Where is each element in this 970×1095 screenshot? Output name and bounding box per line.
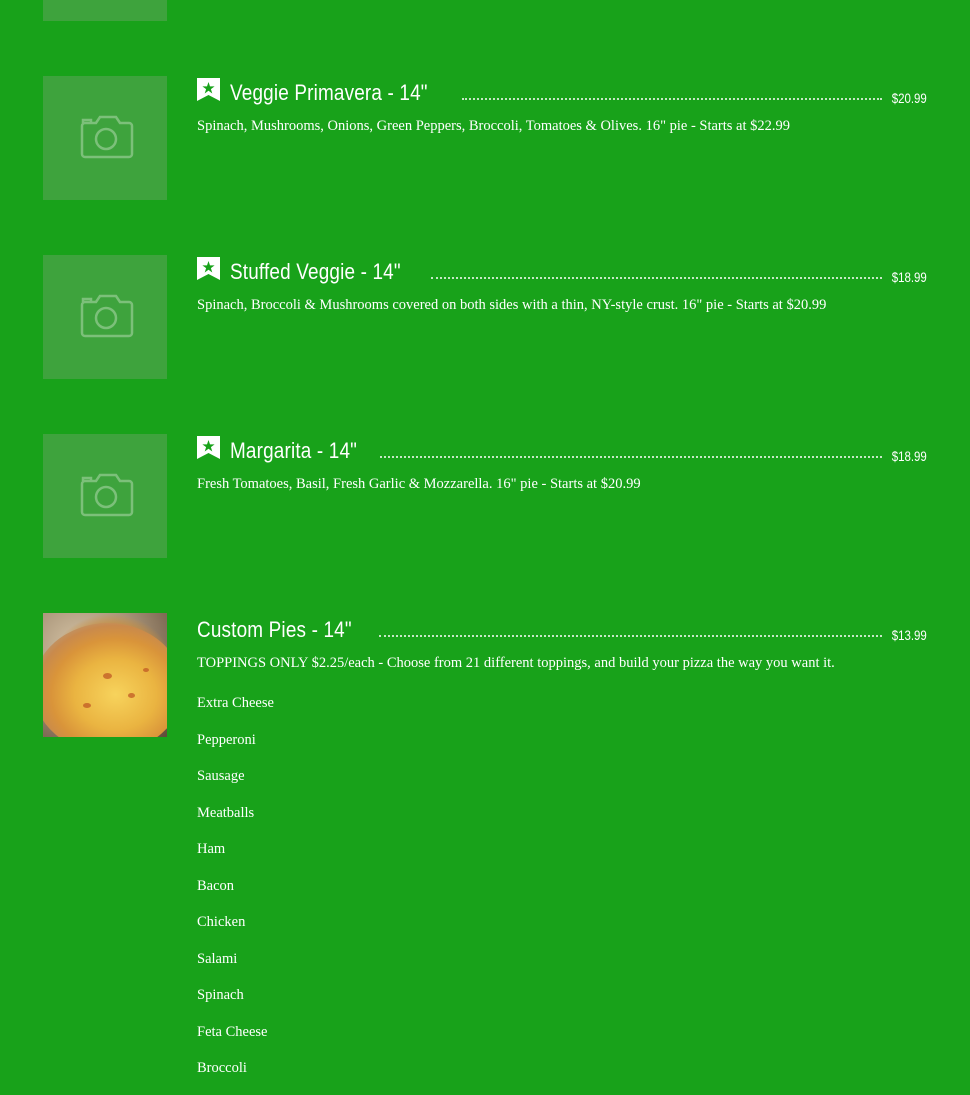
menu-item-title: Custom Pies - 14": [197, 617, 352, 642]
star-badge-icon: [197, 436, 220, 459]
menu-item-title: Veggie Primavera - 14": [230, 80, 428, 105]
menu-item: Stuffed Veggie - 14" $18.99 Spinach, Bro…: [197, 251, 927, 315]
price-leader-dots: [378, 634, 883, 637]
menu-item-description: Spinach, Broccoli & Mushrooms covered on…: [197, 297, 827, 313]
topping-item: Ham: [197, 841, 226, 857]
topping-item: Extra Cheese: [197, 695, 274, 711]
camera-placeholder-icon: [80, 115, 134, 159]
star-badge-icon: [197, 78, 220, 101]
topping-item: Bacon: [197, 877, 235, 894]
topping-item: Chicken: [197, 914, 246, 930]
menu-item-title: Stuffed Veggie - 14": [230, 259, 401, 284]
menu-item-price: $20.99: [891, 90, 927, 106]
menu-item-thumbnail-placeholder: [43, 434, 167, 558]
toppings-list: Extra Cheese Pepperoni Sausage Meatballs…: [197, 693, 927, 1095]
menu-item-header: Custom Pies - 14" $13.99: [197, 609, 927, 645]
topping-item: Sausage: [197, 768, 245, 784]
topping-item: Spinach: [197, 987, 244, 1003]
menu-item-thumbnail-placeholder: [43, 255, 167, 379]
menu-item-description: Spinach, Mushrooms, Onions, Green Pepper…: [197, 118, 791, 134]
pizza-photo[interactable]: [43, 613, 167, 737]
menu-item: Veggie Primavera - 14" $20.99 Spinach, M…: [197, 72, 927, 136]
topping-item: Broccoli: [197, 1060, 247, 1076]
menu-item-header: Veggie Primavera - 14" $20.99: [197, 72, 927, 108]
topping-item: Feta Cheese: [197, 1023, 268, 1040]
star-badge-icon: [197, 257, 220, 280]
menu-item-price: $18.99: [891, 269, 927, 285]
menu-item-description: TOPPINGS ONLY $2.25/each - Choose from 2…: [197, 655, 835, 671]
menu-item: Custom Pies - 14" $13.99 TOPPINGS ONLY $…: [197, 609, 927, 1095]
topping-item: Pepperoni: [197, 731, 256, 748]
menu-item-description: Fresh Tomatoes, Basil, Fresh Garlic & Mo…: [197, 476, 641, 492]
menu-item-header: Stuffed Veggie - 14" $18.99: [197, 251, 927, 287]
price-leader-dots: [461, 97, 883, 100]
menu-item: Margarita - 14" $18.99 Fresh Tomatoes, B…: [197, 430, 927, 494]
menu-item-price: $13.99: [891, 627, 927, 643]
price-leader-dots: [379, 455, 883, 458]
camera-placeholder-icon: [80, 473, 134, 517]
topping-item: Salami: [197, 950, 238, 967]
camera-placeholder-icon: [80, 294, 134, 338]
menu-item-title: Margarita - 14": [230, 438, 358, 463]
menu-item-thumbnail-placeholder: [43, 76, 167, 200]
menu-item-thumbnail-placeholder: [43, 0, 167, 21]
topping-item: Meatballs: [197, 804, 255, 821]
menu-item-header: Margarita - 14" $18.99: [197, 430, 927, 466]
menu-item-price: $18.99: [891, 448, 927, 464]
price-leader-dots: [430, 276, 883, 279]
